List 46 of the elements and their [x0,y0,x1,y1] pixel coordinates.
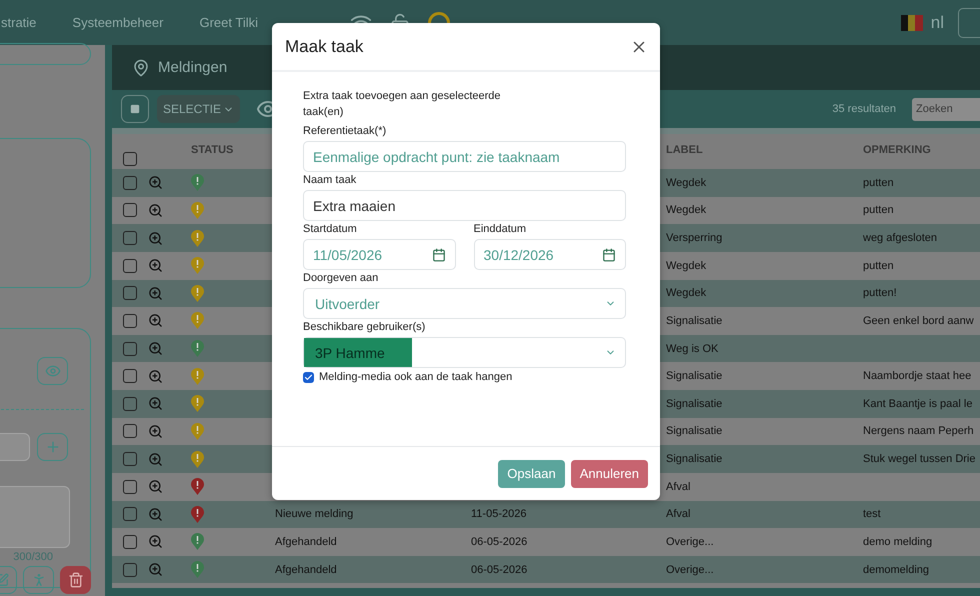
field-label: Einddatum [474,223,528,235]
table-cell-text: Afgehandeld [274,536,338,548]
table-cell-text: Wegdek [665,260,708,272]
table-cell-text: Nergens naam Peperh [862,425,975,438]
field-label: Naam taak [303,174,358,186]
field-label: Referentietaak(*) [303,125,388,137]
dialog-description: Extra taak toevoegen aan geselecteerde taak(en) [303,89,502,120]
table-cell-text: putten [862,204,895,216]
table-cell-text: putten [862,176,895,189]
dialog-title: Maak taak [285,36,364,56]
table-cell-text: Signalisatie [665,398,724,410]
table-cell-text: Wegdek [665,204,708,216]
table-cell-text: weg afgesloten [862,232,938,244]
results-count: 35 resultaten [832,103,896,115]
table-cell-text: putten! [862,287,898,300]
table-cell-text: putten [862,260,895,272]
table-cell-text: Kant Baantje is paal le [862,398,974,410]
field-label: Startdatum [303,223,358,235]
table-cell-text: Afgehandeld [274,564,338,576]
table-cell-text: demomelding [862,564,930,576]
table-cell-text: Geen enkel bord aanw [862,314,975,327]
table-cell-text: Signalisatie [665,425,724,438]
table-cell-text: 11-05-2026 [470,508,528,520]
table-cell-text: demo melding [862,536,934,548]
table-cell-text: Signalisatie [665,314,724,327]
table-cell-text: Wegdek [665,287,708,300]
table-cell-text: Signalisatie [665,453,724,466]
field-label: Beschikbare gebruiker(s) [303,321,426,333]
table-cell-text: Overige... [665,564,715,576]
table-cell-text: Stuk wegel tussen Drie [862,453,976,466]
table-cell-text: 06-05-2026 [470,536,528,548]
table-cell-text: Naambordje staat hee [862,370,972,382]
table-cell-text: Overige... [665,536,715,548]
table-cell-text: 06-05-2026 [470,564,528,576]
table-cell-text: test [862,508,882,520]
field-label: Doorgeven aan [303,272,380,284]
table-cell-text: Wegdek [665,176,708,189]
table-cell-text: Afval [665,480,692,493]
checkbox-label: Melding-media ook aan de taak hangen [319,371,512,383]
panel-title: Meldingen [158,59,228,76]
table-cell-text: Afval [665,508,692,520]
table-cell-text: Versperring [665,232,724,244]
table-cell-text: Signalisatie [665,370,724,382]
table-cell-text: Weg is OK [665,342,720,355]
table-cell-text: Nieuwe melding [274,508,354,520]
character-counter: 300/300 [13,551,53,563]
